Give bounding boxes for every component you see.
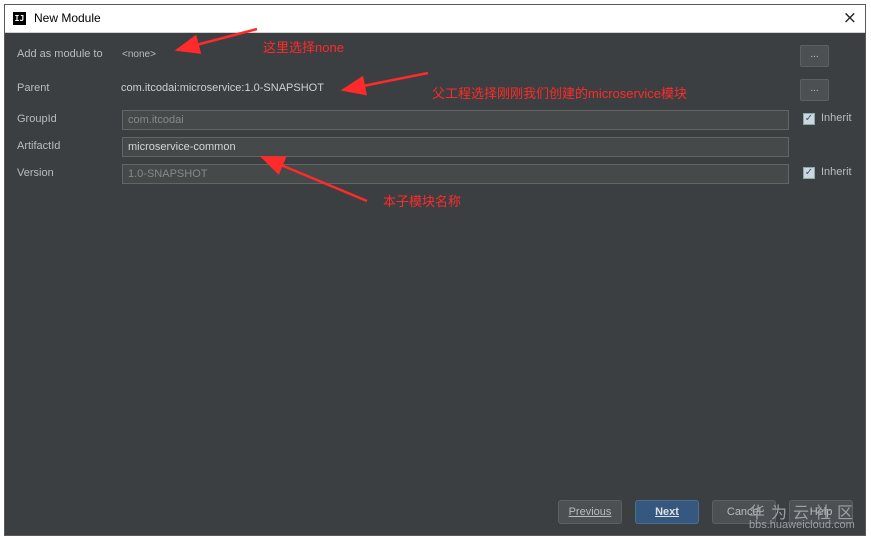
annotation-arrows (174, 27, 429, 203)
previous-button[interactable]: Previous (558, 500, 622, 524)
arrow-none (174, 27, 258, 54)
next-button-label: Next (655, 506, 679, 518)
previous-button-label: Previous (568, 506, 612, 518)
arrow-artifact (259, 155, 368, 203)
next-button[interactable]: Next (635, 500, 699, 524)
new-module-dialog: IJ New Module × Add as module to <none> … (4, 4, 866, 536)
watermark-url: bbs.huaweicloud.com (749, 519, 855, 531)
arrow-parent (340, 71, 429, 96)
